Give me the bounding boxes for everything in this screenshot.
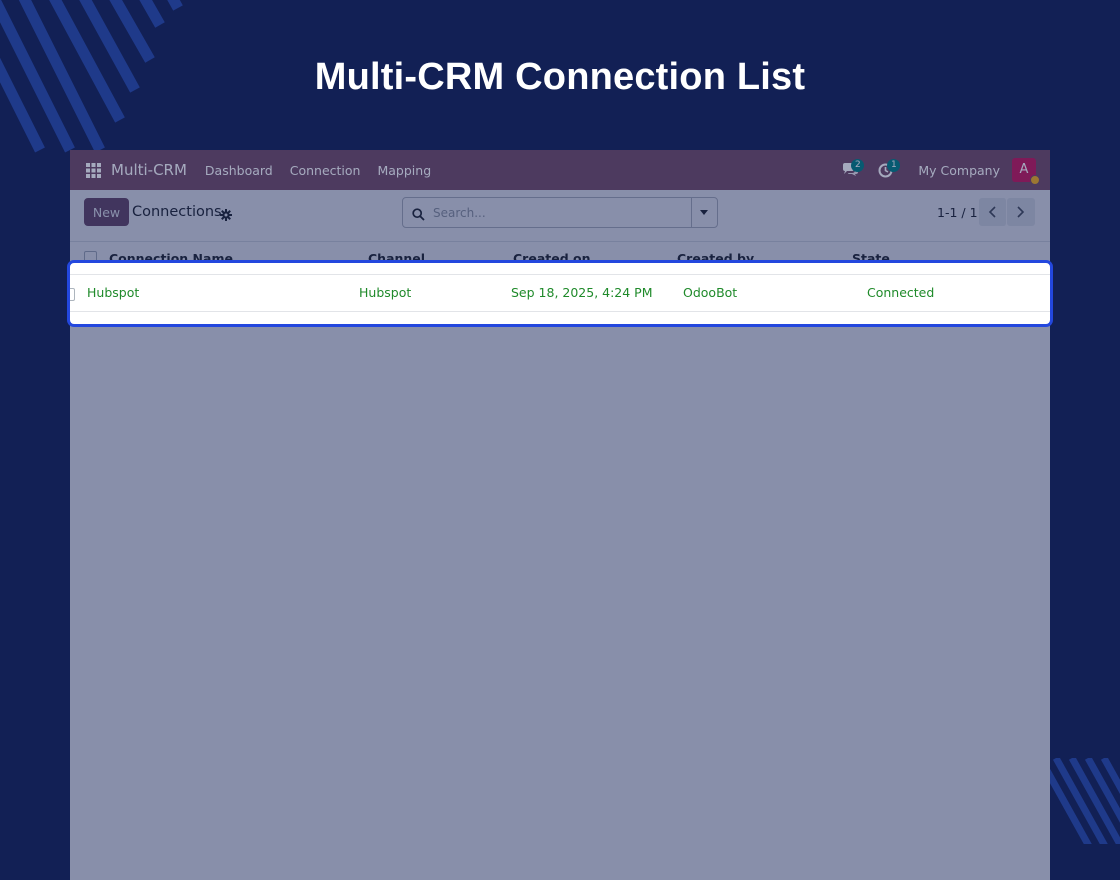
top-navbar: Multi-CRM Dashboard Connection Mapping 2…: [70, 150, 1050, 190]
cell-state: Connected: [867, 285, 935, 300]
cell-connection-name: Hubspot: [87, 285, 140, 300]
cell-channel: Hubspot: [359, 285, 412, 300]
decorative-stripes-bottom-right: [1050, 758, 1120, 844]
cell-created-by: OdooBot: [683, 285, 738, 300]
row-checkbox[interactable]: [70, 288, 75, 301]
navbar-dim-overlay: [70, 150, 1050, 190]
row-divider: [70, 311, 1050, 312]
cell-created-on: Sep 18, 2025, 4:24 PM: [511, 285, 653, 300]
table-row[interactable]: Hubspot Hubspot Sep 18, 2025, 4:24 PM Od…: [67, 260, 1053, 327]
row-divider: [70, 274, 1050, 275]
page-title: Multi-CRM Connection List: [314, 56, 806, 98]
